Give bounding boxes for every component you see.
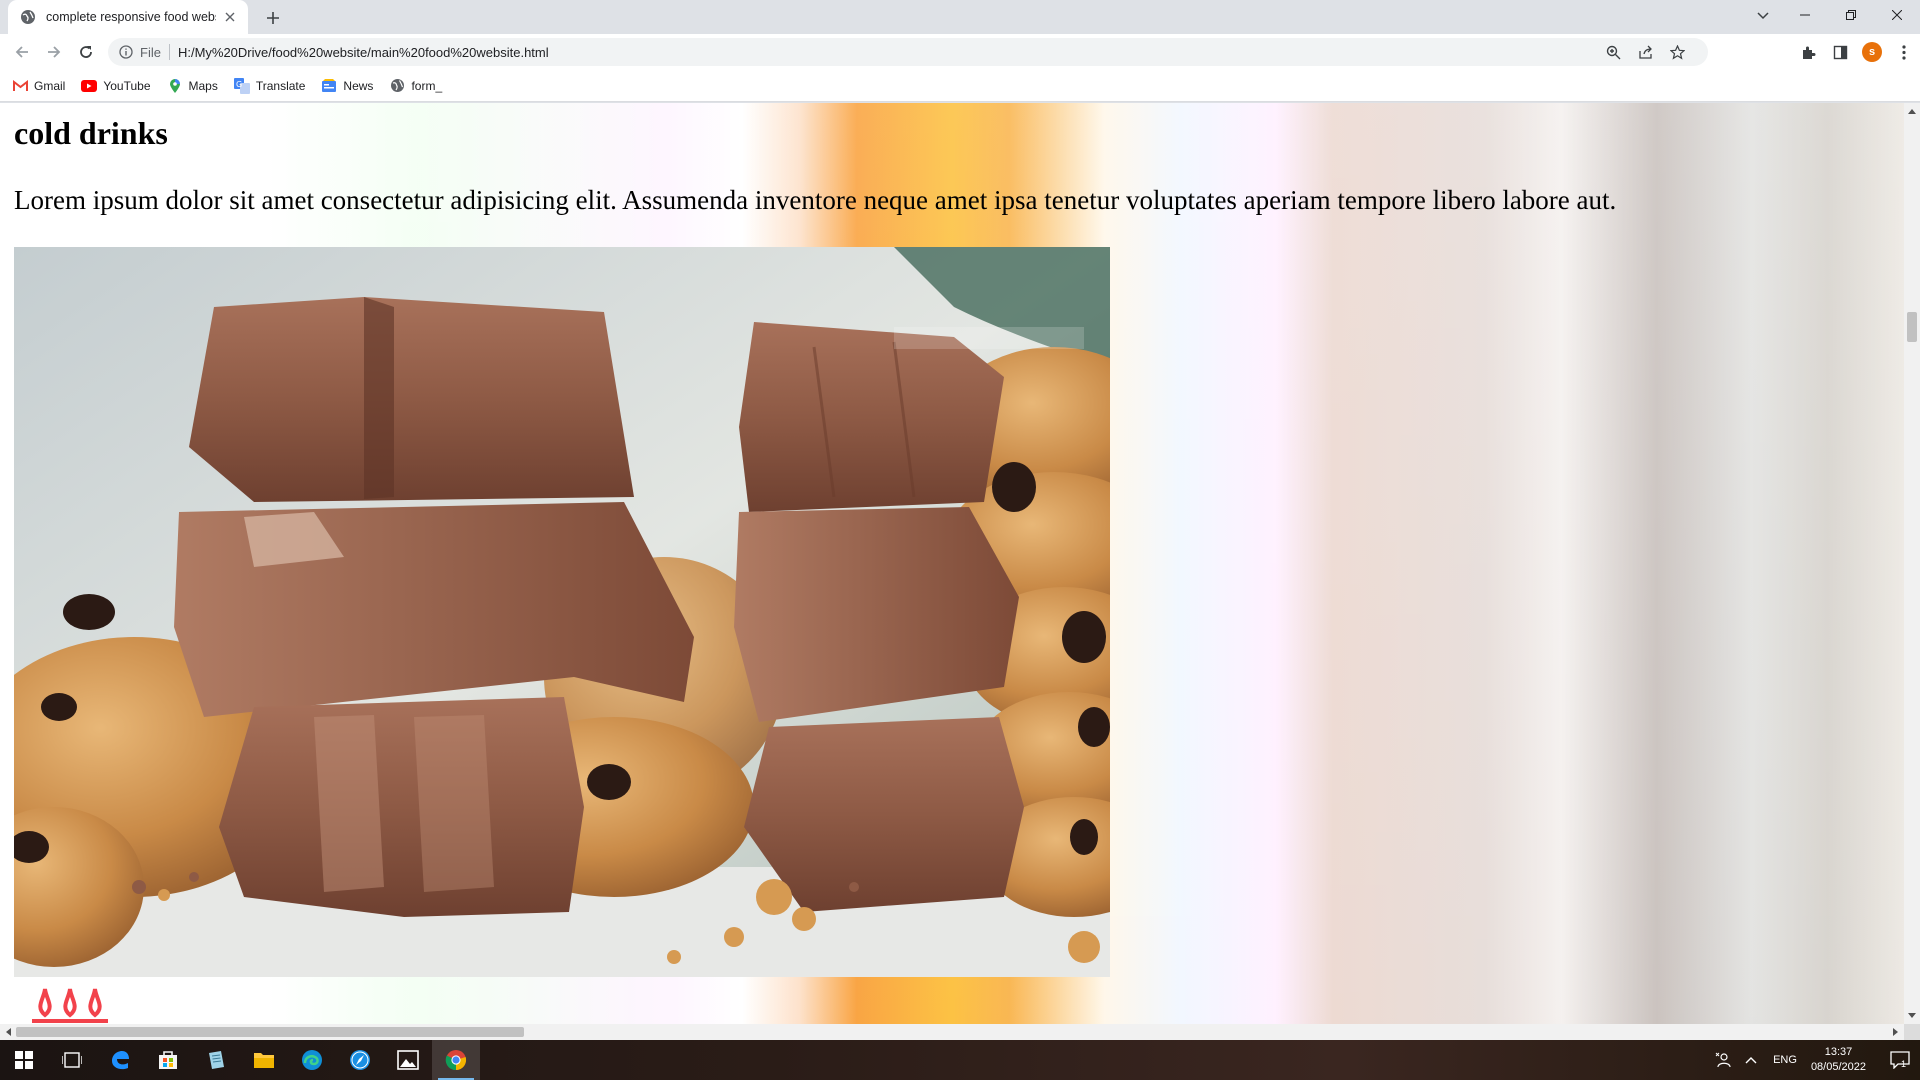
url-text[interactable]: H:/My%20Drive/food%20website/main%20food… (178, 45, 549, 60)
reload-button[interactable] (74, 40, 98, 64)
bookmark-news[interactable]: News (321, 78, 373, 94)
scroll-up-icon[interactable] (1904, 103, 1920, 119)
zoom-icon[interactable] (1602, 42, 1624, 62)
people-icon[interactable] (1709, 1040, 1737, 1080)
svg-text:G: G (236, 80, 242, 89)
bookmarks-bar: Gmail YouTube Maps G Translate News form… (0, 70, 1920, 102)
bookmark-star-icon[interactable] (1666, 42, 1688, 62)
bookmark-gmail[interactable]: Gmail (12, 78, 65, 94)
bookmark-label: News (343, 78, 374, 93)
side-panel-icon[interactable] (1824, 40, 1856, 64)
file-explorer-icon (254, 1053, 274, 1068)
restore-button[interactable] (1828, 0, 1874, 30)
clock-date: 08/05/2022 (1810, 1061, 1866, 1073)
system-tray: ENG 13:37 08/05/2022 1 (1709, 1040, 1920, 1080)
clock[interactable]: 13:37 08/05/2022 (1811, 1045, 1866, 1075)
scroll-right-icon[interactable] (1888, 1024, 1904, 1040)
youtube-icon (81, 78, 98, 94)
chevron-up-icon[interactable] (1737, 1040, 1765, 1080)
task-view-button[interactable] (48, 1040, 96, 1080)
edge-icon (302, 1050, 322, 1070)
bookmark-label: Gmail (34, 78, 66, 93)
bookmark-form[interactable]: form_ (389, 78, 442, 94)
taskbar-edge[interactable] (288, 1040, 336, 1080)
tab-strip: complete responsive food websi (0, 0, 1920, 34)
globe-icon (21, 10, 35, 24)
horizontal-scrollbar[interactable] (0, 1024, 1904, 1040)
minimize-button[interactable] (1782, 0, 1828, 30)
vertical-scrollbar[interactable] (1904, 103, 1920, 1024)
translate-icon: G (233, 77, 250, 94)
start-button[interactable] (0, 1040, 48, 1080)
omnibox-divider (168, 44, 170, 60)
maps-icon (167, 78, 183, 94)
globe-icon (389, 78, 405, 94)
extensions-icon[interactable] (1792, 40, 1824, 64)
horizontal-scroll-thumb[interactable] (16, 1027, 524, 1037)
section-heading: cold drinks (14, 115, 168, 151)
gmail-icon (12, 78, 28, 94)
notifications-icon[interactable]: 1 (1876, 1040, 1920, 1080)
scroll-down-icon[interactable] (1904, 1008, 1920, 1024)
close-tab-icon[interactable] (222, 9, 238, 25)
new-tab-button[interactable] (262, 7, 284, 29)
task-view-icon (62, 1052, 82, 1068)
menu-kebab-icon[interactable] (1888, 40, 1920, 64)
bookmark-label: YouTube (103, 78, 151, 93)
back-button[interactable] (10, 40, 34, 64)
tab-search-icon[interactable] (1751, 6, 1775, 26)
site-info-icon[interactable] (118, 44, 134, 60)
url-scheme: File (140, 44, 161, 60)
section-description: Lorem ipsum dolor sit amet consectetur a… (14, 185, 1617, 215)
taskbar-notepad[interactable] (192, 1040, 240, 1080)
browser-toolbar: File H:/My%20Drive/food%20website/main%2… (0, 34, 1920, 70)
chrome-icon (445, 1050, 467, 1071)
chocolate-cookies-image (14, 247, 1110, 977)
bookmark-translate[interactable]: G Translate (233, 77, 306, 94)
start-icon (15, 1051, 33, 1069)
browser-tab[interactable]: complete responsive food websi (8, 0, 248, 34)
scroll-left-icon[interactable] (0, 1024, 16, 1040)
edge-legacy-icon (112, 1051, 129, 1070)
profile-avatar[interactable]: s (1856, 40, 1888, 64)
bookmark-maps[interactable]: Maps (167, 78, 218, 94)
notification-count: 1 (1900, 1059, 1906, 1069)
taskbar-file-explorer[interactable] (240, 1040, 288, 1080)
bookmark-youtube[interactable]: YouTube (81, 78, 151, 94)
bookmark-label: form_ (411, 78, 443, 93)
taskbar-edge-legacy[interactable] (96, 1040, 144, 1080)
logo-icon[interactable] (30, 983, 110, 1024)
share-icon[interactable] (1634, 42, 1656, 62)
news-icon (321, 78, 337, 94)
forward-button[interactable] (42, 40, 66, 64)
store-icon (159, 1051, 177, 1069)
tab-title: complete responsive food websi (46, 10, 216, 24)
windows-taskbar: ENG 13:37 08/05/2022 1 (0, 1040, 1920, 1080)
bookmark-label: Translate (255, 78, 306, 93)
safari-icon (350, 1050, 370, 1070)
page-viewport: cold drinks Lorem ipsum dolor sit amet c… (0, 103, 1904, 1024)
close-window-button[interactable] (1874, 0, 1920, 30)
taskbar-chrome[interactable] (432, 1040, 480, 1080)
input-language[interactable]: ENG (1773, 1054, 1797, 1066)
taskbar-photos[interactable] (384, 1040, 432, 1080)
bookmark-label: Maps (188, 78, 218, 93)
vertical-scroll-thumb[interactable] (1907, 312, 1917, 342)
address-bar[interactable]: File H:/My%20Drive/food%20website/main%2… (108, 38, 1708, 66)
notepad-icon (209, 1051, 224, 1069)
taskbar-safari[interactable] (336, 1040, 384, 1080)
clock-time: 13:37 (1824, 1046, 1853, 1058)
photos-icon (397, 1050, 419, 1070)
taskbar-store[interactable] (144, 1040, 192, 1080)
